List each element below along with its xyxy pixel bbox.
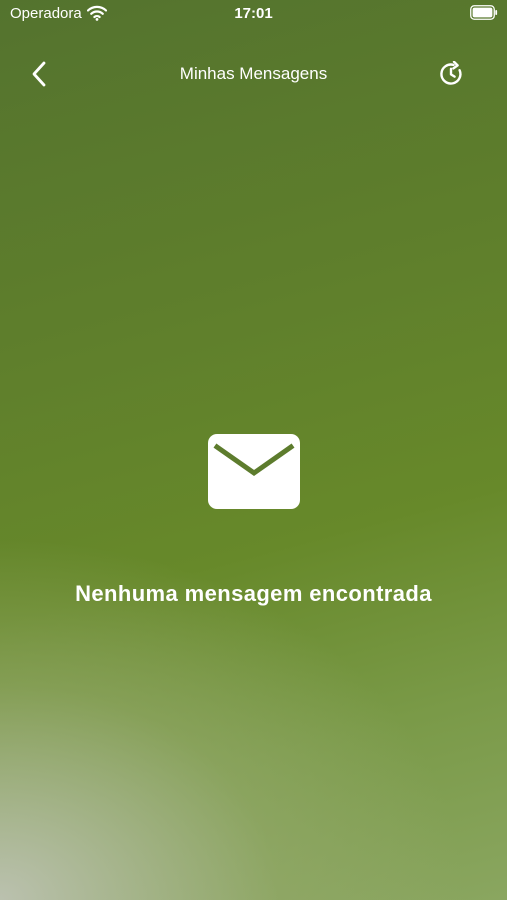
battery-icon: [470, 5, 498, 20]
messages-screen: Operadora 17:01 Minhas Mensagens Nenhuma…: [0, 0, 507, 900]
envelope-icon: [207, 434, 300, 509]
empty-state-message: Nenhuma mensagem encontrada: [75, 581, 432, 606]
history-icon: [440, 61, 462, 85]
status-time: 17:01: [234, 5, 273, 22]
empty-state: Nenhuma mensagem encontrada: [0, 434, 507, 607]
navigation-bar: Minhas Mensagens: [0, 50, 507, 98]
history-button[interactable]: [437, 60, 465, 88]
page-title: Minhas Mensagens: [179, 64, 328, 83]
status-bar: Operadora 17:01: [0, 0, 507, 28]
